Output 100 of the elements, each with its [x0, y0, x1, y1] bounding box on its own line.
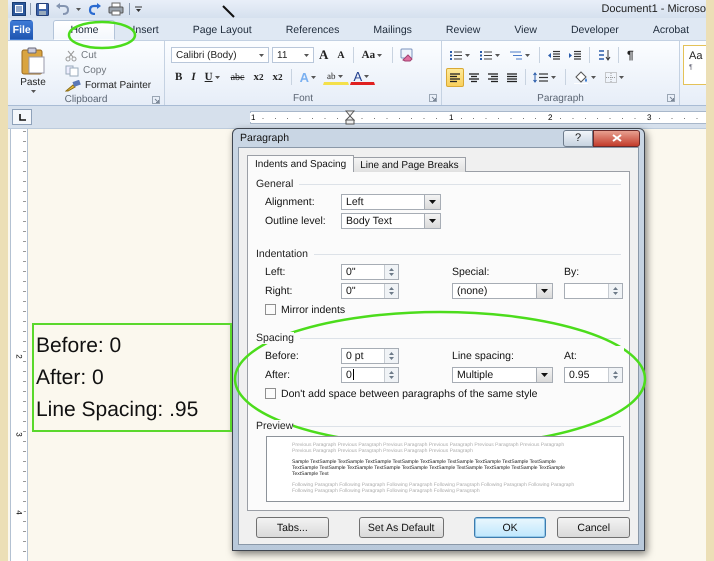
caret-icon	[214, 76, 220, 78]
file-tab[interactable]: File	[10, 20, 34, 40]
ribbon-tab[interactable]: Page Layout	[176, 20, 269, 40]
checkbox[interactable]	[265, 388, 276, 399]
border-grid-icon	[605, 72, 617, 82]
ribbon-button[interactable]: abc	[226, 68, 248, 86]
spin-arrows-icon	[388, 286, 395, 296]
dialog-button[interactable]: Cancel	[557, 517, 630, 538]
redo-button[interactable]	[87, 2, 103, 16]
multilevel-list-icon	[509, 50, 523, 60]
paste-button[interactable]: Paste	[12, 44, 54, 94]
dropdown-arrow-icon	[429, 200, 436, 204]
caret-icon	[551, 76, 556, 78]
ribbon-tab[interactable]: Acrobat	[636, 20, 706, 40]
caret-icon	[30, 90, 36, 93]
checkbox-label: Don't add space between paragraphs of the same style	[281, 388, 538, 400]
font-size-dropdown[interactable]: 11	[272, 47, 314, 63]
sort-icon	[597, 49, 611, 61]
spin-arrows-icon	[388, 350, 395, 360]
paint-bucket-icon	[573, 70, 589, 84]
spin-field[interactable]: 0.95	[564, 366, 623, 382]
dialog-tab[interactable]: Indents and Spacing	[247, 155, 354, 172]
dialog-button[interactable]: Set As Default	[358, 517, 444, 538]
align-justify-icon	[506, 72, 518, 82]
ruler-number: 4	[14, 510, 24, 514]
dropdown-arrow-icon	[429, 218, 436, 222]
launcher-icon[interactable]	[667, 94, 676, 102]
ribbon-button[interactable]: Format Painter	[62, 78, 154, 93]
close-button[interactable]	[593, 130, 640, 146]
dropdown-field[interactable]: Multiple	[452, 366, 553, 382]
ribbon-tab[interactable]: Review	[428, 20, 498, 40]
ribbon-button[interactable]: A	[333, 46, 349, 64]
print-button[interactable]	[107, 1, 125, 17]
app-icon	[12, 2, 26, 16]
annotation-line: After: 0	[36, 364, 105, 390]
ribbon-tab[interactable]: Developer	[554, 20, 636, 40]
ribbon-button[interactable]: Aa	[358, 46, 388, 64]
dropdown-field[interactable]: Left	[341, 194, 441, 210]
align-left-icon	[449, 72, 461, 82]
ruler-number: 3	[646, 112, 652, 122]
spin-field[interactable]: 0"	[341, 264, 399, 280]
customize-toolbar-button[interactable]	[134, 4, 143, 14]
ruler-number: 2	[547, 112, 554, 122]
align-right-icon	[487, 72, 499, 82]
caret-icon	[259, 54, 264, 56]
show-marks-button[interactable]: ¶	[623, 46, 638, 64]
annotation-line: Before: 0	[36, 332, 122, 358]
caret-icon	[377, 54, 382, 56]
ruler-number: 1	[448, 112, 454, 122]
spin-field[interactable]: 0 pt	[341, 348, 399, 364]
dropdown-field[interactable]: (none)	[452, 282, 553, 298]
dropdown-field[interactable]: Body Text	[341, 212, 441, 228]
save-icon	[36, 2, 49, 16]
indent-marker[interactable]	[345, 110, 355, 124]
eraser-icon[interactable]	[399, 48, 416, 62]
ribbon-button[interactable]: I	[187, 68, 200, 86]
bullet-list-icon	[449, 50, 463, 60]
save-button[interactable]	[35, 2, 50, 16]
align-left-button[interactable]	[446, 68, 464, 86]
dialog-button[interactable]: Tabs...	[256, 517, 329, 538]
launcher-icon[interactable]	[429, 94, 438, 102]
dialog-button[interactable]: OK	[474, 517, 546, 538]
section-heading: Preview	[256, 420, 294, 432]
spin-field[interactable]: 0	[341, 366, 399, 382]
caret-icon	[591, 76, 596, 78]
ribbon-button[interactable]: ab	[323, 70, 349, 84]
spin-field[interactable]	[564, 282, 623, 298]
scissors-icon	[65, 50, 77, 62]
ribbon-tab[interactable]: View	[497, 20, 554, 40]
close-icon	[612, 134, 622, 142]
caret-icon	[311, 76, 316, 78]
ribbon-tab[interactable]: References	[268, 20, 356, 40]
undo-icon	[55, 3, 69, 15]
ribbon-button[interactable]: A	[350, 70, 376, 84]
ruler-number: 2	[14, 354, 24, 358]
ruler-number: 1	[250, 112, 256, 122]
style-sample: Aa	[689, 50, 704, 62]
ribbon-tab[interactable]: Insert	[115, 20, 176, 40]
spin-field[interactable]: 0"	[341, 282, 399, 298]
font-name-dropdown[interactable]: Calibri (Body)	[171, 47, 269, 63]
dialog-tab[interactable]: Line and Page Breaks	[353, 157, 466, 172]
brush-icon	[65, 80, 81, 92]
help-button[interactable]: ?	[563, 130, 593, 146]
caret-icon	[304, 54, 309, 56]
spin-arrows-icon	[388, 370, 395, 380]
numbered-list-icon	[479, 50, 493, 60]
spin-arrows-icon	[612, 370, 619, 380]
checkbox[interactable]	[265, 304, 276, 315]
window-title: Document1 - Microso	[601, 3, 706, 15]
ribbon-tab[interactable]: Mailings	[356, 20, 429, 40]
clipboard-icon	[21, 47, 45, 75]
group-label: Paragraph	[537, 92, 584, 104]
caret-icon	[495, 54, 500, 56]
ribbon-button[interactable]: B	[171, 68, 186, 86]
ribbon-button[interactable]: A	[315, 46, 332, 64]
launcher-icon[interactable]	[152, 96, 160, 104]
ribbon-button[interactable]: U	[200, 68, 226, 86]
tab-stop-selector[interactable]	[12, 109, 32, 125]
dropdown-arrow-icon	[541, 288, 548, 292]
section-heading: Indentation	[256, 248, 308, 260]
